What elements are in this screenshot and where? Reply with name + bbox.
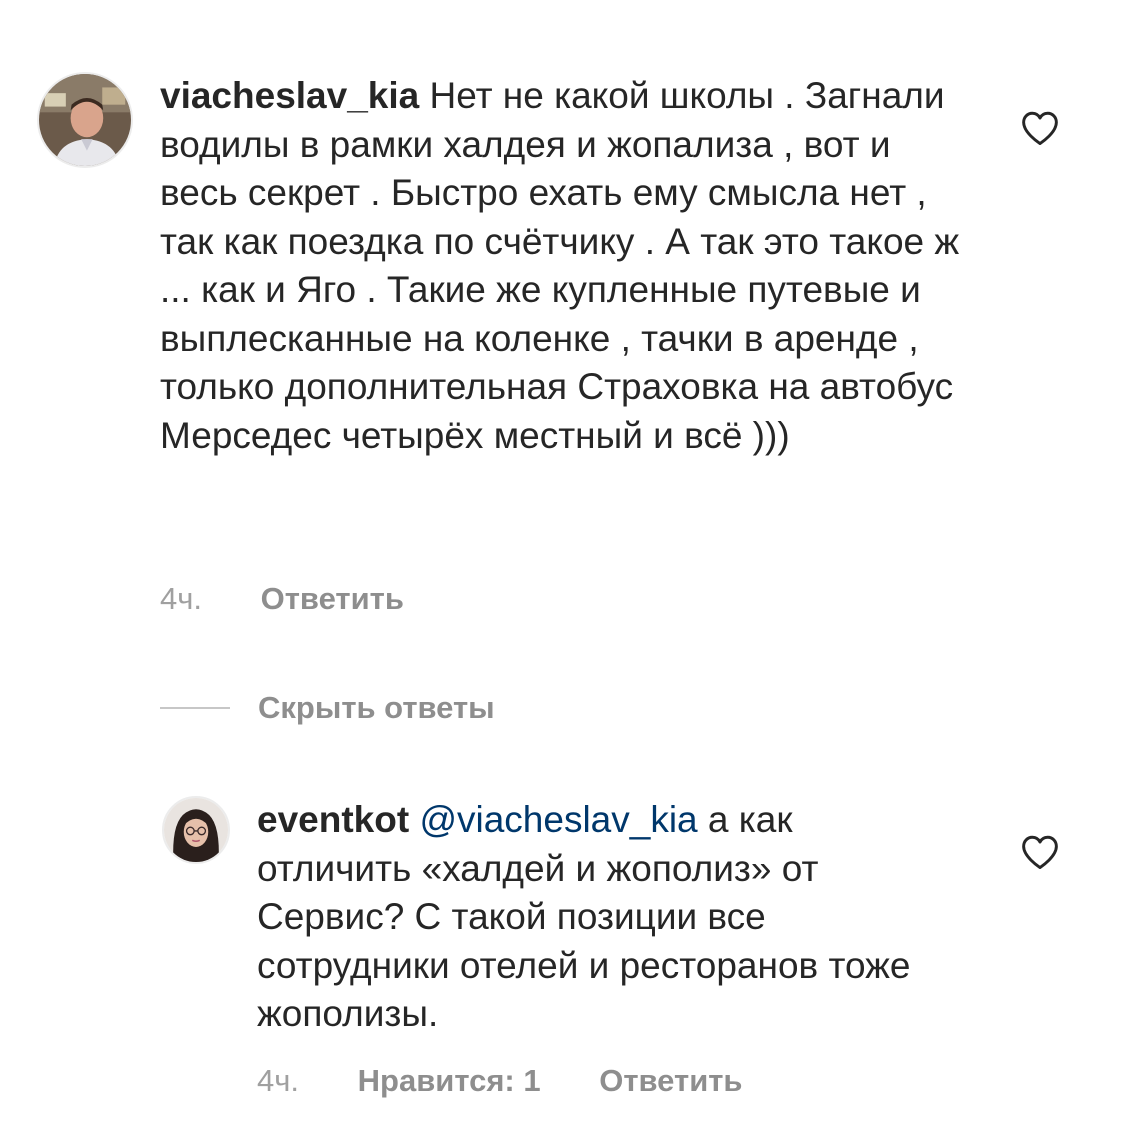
reply-text: eventkot @viacheslav_kia а как отличить …: [257, 796, 957, 1039]
hide-replies-divider: [160, 707, 230, 709]
reply-username[interactable]: eventkot: [257, 799, 409, 840]
hide-replies-button[interactable]: Скрыть ответы: [160, 688, 495, 728]
avatar-eventkot[interactable]: [162, 796, 230, 864]
like-comment-button[interactable]: [1020, 110, 1060, 146]
reply-mention-link[interactable]: @viacheslav_kia: [419, 799, 697, 840]
heart-outline-icon: [1022, 835, 1058, 870]
reply-likes-count[interactable]: Нравится: 1: [358, 1063, 541, 1098]
comment-body: Нет не какой школы . Загнали водилы в ра…: [160, 75, 960, 456]
comment-username[interactable]: viacheslav_kia: [160, 75, 419, 116]
comment-text: viacheslav_kia Нет не какой школы . Загн…: [160, 72, 960, 460]
avatar-viacheslav[interactable]: [37, 72, 133, 168]
hide-replies-label: Скрыть ответы: [258, 690, 495, 725]
user-avatar-woman-icon: [164, 798, 228, 862]
like-reply-button[interactable]: [1020, 834, 1060, 870]
reply-timestamp: 4ч.: [257, 1063, 300, 1098]
reply-button[interactable]: Ответить: [261, 581, 404, 616]
comment-meta: 4ч. Ответить: [160, 581, 404, 617]
reply-reply-button[interactable]: Ответить: [599, 1063, 742, 1098]
heart-outline-icon: [1022, 111, 1058, 146]
comment-timestamp: 4ч.: [160, 581, 203, 616]
user-avatar-man-icon: [39, 74, 131, 166]
reply-meta: 4ч. Нравится: 1 Ответить: [257, 1063, 743, 1099]
